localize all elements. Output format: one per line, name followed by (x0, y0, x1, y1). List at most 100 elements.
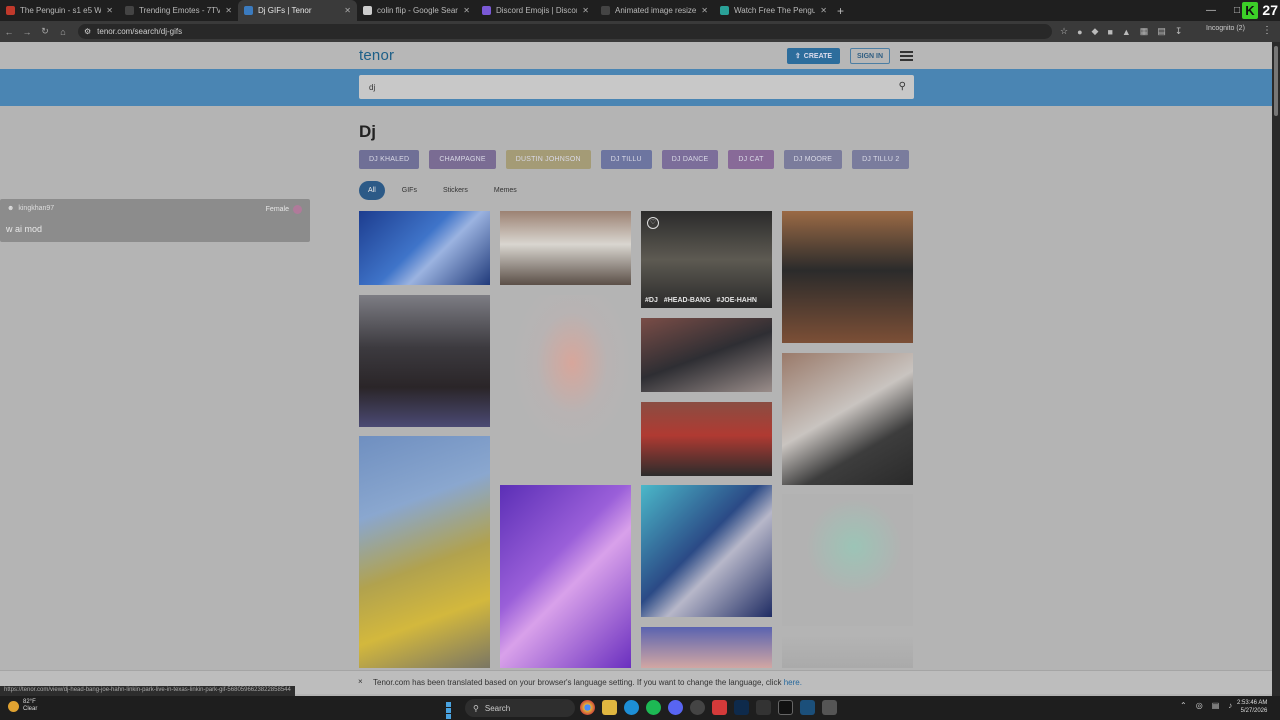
tab-title: Animated image resizer (615, 6, 697, 15)
bookmark-star-icon[interactable]: ☆ (1060, 26, 1068, 37)
related-search-chip[interactable]: DJ MOORE (783, 150, 843, 169)
maximize-icon[interactable]: □ (1234, 5, 1240, 16)
reload-icon[interactable]: ↻ (36, 26, 54, 37)
address-bar[interactable]: ⚙ tenor.com/search/dj-gifs (78, 24, 1052, 39)
tab-close-icon[interactable]: ✕ (820, 6, 827, 15)
network-icon[interactable]: ▤ (1212, 701, 1220, 710)
related-search-chip[interactable]: DJ CAT (728, 150, 774, 169)
extension-icon[interactable]: ● (1077, 27, 1082, 37)
favorite-heart-icon[interactable]: ♡ (647, 217, 659, 229)
sidepanel-icon[interactable]: ▤ (1157, 26, 1166, 37)
media-type-filters: All GIFs Stickers Memes (359, 181, 526, 200)
photoshop-icon[interactable] (734, 700, 749, 715)
browser-tab[interactable]: Discord Emojis | Discord & Sla ✕ (476, 0, 595, 21)
app-icon[interactable] (822, 700, 837, 715)
extension-icon[interactable]: ■ (1107, 27, 1112, 37)
gif-result[interactable] (500, 295, 631, 465)
weather-icon (8, 700, 19, 712)
taskbar-search[interactable]: ⚲ Search (465, 699, 575, 717)
tab-close-icon[interactable]: ✕ (106, 6, 113, 15)
acrobat-icon[interactable] (712, 700, 727, 715)
new-tab-button[interactable]: + (837, 4, 844, 18)
tab-close-icon[interactable]: ✕ (701, 6, 708, 15)
close-icon[interactable]: × (358, 677, 363, 686)
capcut-icon[interactable] (778, 700, 793, 715)
filter-tab-memes[interactable]: Memes (485, 181, 526, 200)
search-input[interactable]: dj ⚲ (359, 75, 914, 99)
filter-tab-gifs[interactable]: GIFs (393, 181, 426, 200)
terminal-icon[interactable] (756, 700, 771, 715)
tenor-logo[interactable]: tenor (359, 47, 394, 64)
forward-icon[interactable]: → (18, 27, 36, 37)
tab-close-icon[interactable]: ✕ (463, 6, 470, 15)
gif-result[interactable] (641, 485, 772, 617)
volume-icon[interactable]: ♪ (1228, 701, 1232, 710)
tab-close-icon[interactable]: ✕ (225, 6, 232, 15)
browser-tab[interactable]: The Penguin - s1 e5 Watch Fre ✕ (0, 0, 119, 21)
browser-tab[interactable]: colin flip - Google Search ✕ (357, 0, 476, 21)
gif-result[interactable]: ♡ #DJ #HEAD-BANG #JOE-HAHN (641, 211, 772, 308)
chrome-icon[interactable] (580, 700, 595, 715)
gif-tag[interactable]: #DJ (645, 297, 658, 304)
browser-menu-icon[interactable]: ⋮ (1262, 25, 1272, 36)
download-icon[interactable]: ↧ (1175, 26, 1183, 37)
browser-tab[interactable]: Dj GIFs | Tenor ✕ (238, 0, 357, 21)
search-icon[interactable]: ⚲ (899, 81, 906, 92)
related-search-chip[interactable]: CHAMPAGNE (429, 150, 496, 169)
extension-icon[interactable]: ◆ (1092, 26, 1099, 37)
microphone-icon[interactable]: ◎ (1196, 701, 1203, 710)
browser-tab[interactable]: Animated image resizer ✕ (595, 0, 714, 21)
related-search-chip[interactable]: DJ TILLU 2 (852, 150, 910, 169)
gif-result[interactable] (500, 211, 631, 285)
gif-result[interactable] (641, 318, 772, 392)
sign-in-button[interactable]: SIGN IN (850, 48, 890, 64)
tab-close-icon[interactable]: ✕ (344, 6, 351, 15)
tab-close-icon[interactable]: ✕ (582, 6, 589, 15)
site-info-icon[interactable]: ⚙ (84, 27, 91, 36)
filter-tab-all[interactable]: All (359, 181, 385, 200)
minimize-icon[interactable]: — (1206, 5, 1216, 16)
edge-icon[interactable] (624, 700, 639, 715)
translation-link[interactable]: here. (784, 678, 802, 687)
related-search-chip[interactable]: DUSTIN JOHNSON (505, 150, 591, 169)
hamburger-menu-icon[interactable] (900, 51, 913, 63)
username-text: kingkhan97 (18, 205, 55, 212)
steam-icon[interactable] (800, 700, 815, 715)
related-search-chip[interactable]: DJ DANCE (661, 150, 719, 169)
gif-result[interactable] (782, 211, 913, 343)
spotify-icon[interactable] (646, 700, 661, 715)
gif-result[interactable] (641, 402, 772, 476)
related-search-chip[interactable]: DJ KHALED (359, 150, 420, 169)
gif-result[interactable] (359, 436, 490, 668)
gif-tag[interactable]: #JOE-HAHN (717, 297, 757, 304)
create-button[interactable]: ⇧ CREATE (787, 48, 840, 64)
gif-result[interactable] (782, 494, 913, 626)
incognito-indicator[interactable]: Incognito (2) (1206, 25, 1245, 32)
gif-result[interactable] (500, 485, 631, 668)
taskbar-clock[interactable]: 2:53:46 AM 5/27/2026 (1237, 699, 1267, 715)
gif-result[interactable] (641, 627, 772, 668)
gif-result[interactable] (359, 211, 490, 285)
start-button[interactable] (446, 702, 457, 719)
back-icon[interactable]: ← (0, 27, 18, 37)
gif-result[interactable] (359, 295, 490, 427)
discord-icon[interactable] (668, 700, 683, 715)
page-scrollbar[interactable] (1272, 42, 1280, 696)
browser-tab[interactable]: Trending Emotes - 7TV ✕ (119, 0, 238, 21)
gif-tag[interactable]: #HEAD-BANG (664, 297, 711, 304)
home-icon[interactable]: ⌂ (54, 27, 72, 37)
related-search-chip[interactable]: DJ TILLU (600, 150, 652, 169)
obs-icon[interactable] (690, 700, 705, 715)
puzzle-icon[interactable]: ▦ (1140, 26, 1149, 37)
filter-tab-stickers[interactable]: Stickers (434, 181, 477, 200)
scrollbar-thumb[interactable] (1274, 46, 1278, 116)
file-explorer-icon[interactable] (602, 700, 617, 715)
weather-widget[interactable]: 82°F Clear (8, 699, 37, 713)
url-text: tenor.com/search/dj-gifs (97, 27, 183, 36)
gif-result[interactable] (782, 635, 913, 668)
windows-taskbar: 82°F Clear ⚲ Search ⌃ ◎ ▤ ♪ 2:53:46 AM 5… (0, 696, 1280, 720)
browser-tab[interactable]: Watch Free The Penguin - Seri ✕ (714, 0, 833, 21)
chevron-up-icon[interactable]: ⌃ (1180, 701, 1187, 710)
extension-icon[interactable]: ▲ (1122, 27, 1131, 37)
gif-result[interactable] (782, 353, 913, 485)
